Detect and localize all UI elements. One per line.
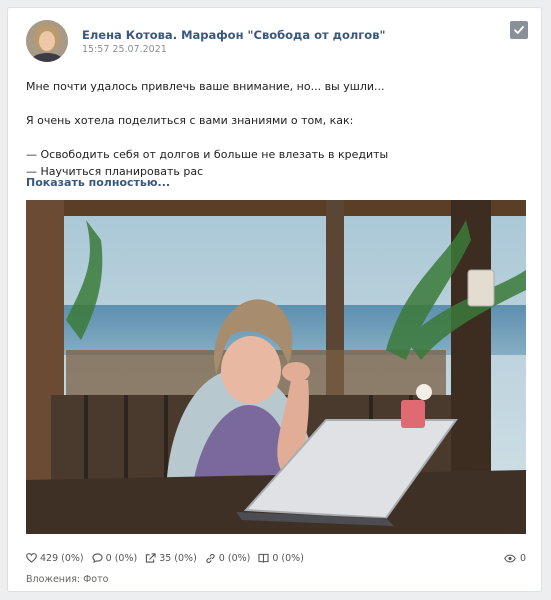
post-text-blank <box>26 95 526 112</box>
post-stats: 429 (0%) 0 (0%) 35 (0%) 0 (0%) 0 (0%) 0 <box>26 550 526 566</box>
link-icon <box>206 553 215 563</box>
links-stat[interactable]: 0 (0%) <box>205 552 251 564</box>
saves-count: 0 (0%) <box>272 552 304 564</box>
attachments-label: Вложения: Фото <box>26 574 109 585</box>
comments-count: 0 (0%) <box>105 552 138 564</box>
avatar[interactable] <box>26 20 68 62</box>
post-text-line: — Освободить себя от долгов и больше не … <box>26 148 389 161</box>
show-more-link[interactable]: Показать полностью... <box>26 176 170 189</box>
views-stat: 0 <box>504 553 526 564</box>
post-text-line: Мне почти удалось привлечь ваше внимание… <box>26 80 385 93</box>
comment-icon <box>92 553 103 563</box>
post-card: Елена Котова. Марафон "Свобода от долгов… <box>7 7 542 592</box>
views-count: 0 <box>519 552 526 564</box>
shares-count: 35 (0%) <box>159 552 197 564</box>
post-photo[interactable] <box>26 200 526 534</box>
post-text-blank <box>26 129 526 146</box>
heart-icon <box>26 553 37 563</box>
book-icon <box>258 553 269 563</box>
likes-stat[interactable]: 429 (0%) <box>26 553 84 564</box>
author-name[interactable]: Елена Котова. Марафон "Свобода от долгов… <box>82 28 385 42</box>
links-count: 0 (0%) <box>218 552 251 564</box>
post-text: Мне почти удалось привлечь ваше внимание… <box>26 78 526 180</box>
post-timestamp[interactable]: 15:57 25.07.2021 <box>82 44 167 55</box>
share-icon <box>146 553 156 563</box>
shares-stat[interactable]: 35 (0%) <box>145 553 197 564</box>
eye-icon <box>504 554 516 562</box>
post-text-line: Я очень хотела поделиться с вами знаниям… <box>26 114 354 127</box>
saves-stat[interactable]: 0 (0%) <box>258 553 304 564</box>
comments-stat[interactable]: 0 (0%) <box>92 552 138 564</box>
likes-count: 429 (0%) <box>40 552 84 564</box>
check-icon[interactable] <box>510 21 528 39</box>
